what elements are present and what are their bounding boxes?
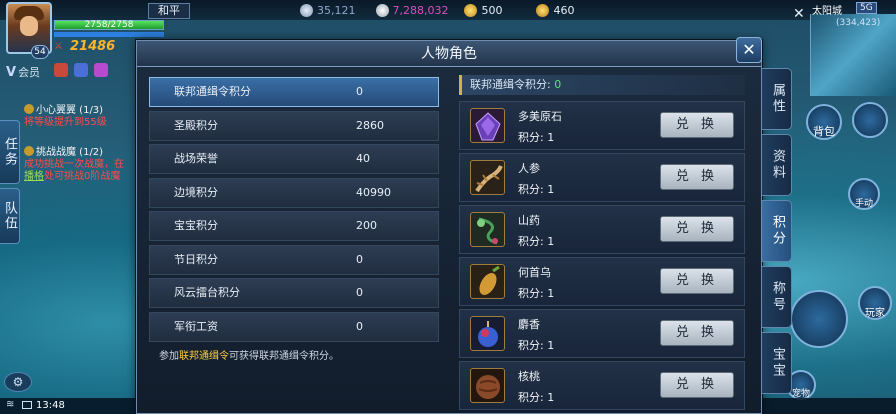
silver-coin-icon [300, 3, 313, 17]
vip-icon: V [6, 65, 17, 80]
dialog-close-button[interactable]: ✕ [736, 37, 762, 63]
currency-value: 460 [553, 3, 575, 17]
tab-task[interactable]: 任务 [0, 120, 20, 184]
exchange-list[interactable]: 多美原石 积分: 1 兑 换 人参 积分: 1 兑 换 山药 积分: 1 兑 换… [459, 101, 745, 413]
gold-coin-icon [464, 3, 478, 17]
exchange-button[interactable]: 兑 换 [660, 320, 734, 346]
walnut-icon [470, 368, 505, 403]
tab-pet[interactable]: 宝宝 [762, 332, 792, 394]
buff-icon[interactable] [94, 63, 108, 77]
score-row[interactable]: 军衔工资 0 [149, 311, 439, 342]
network-badge: 5G [856, 2, 877, 14]
quest-link[interactable]: 播格 [24, 171, 44, 182]
score-row[interactable]: 联邦通缉令积分 0 [149, 77, 439, 107]
tab-titles[interactable]: 称号 [762, 266, 792, 328]
mount-button[interactable] [790, 290, 848, 348]
currency-gold: 500 [464, 2, 502, 18]
exchange-panel-title: 联邦通缉令积分: 0 [459, 75, 745, 95]
coordinates: (334,423) [836, 18, 881, 28]
exchange-item: 何首乌 积分: 1 兑 换 [459, 257, 745, 306]
tab-team[interactable]: 队伍 [0, 188, 20, 244]
combat-power: 21486 [70, 39, 116, 54]
mount-icon[interactable]: ⚙ [4, 372, 32, 392]
currency-value: 35,121 [317, 3, 356, 17]
currency-silver: 35,121 [300, 2, 356, 18]
currency-value: 500 [481, 3, 503, 17]
exchange-button[interactable]: 兑 换 [660, 164, 734, 190]
character-dialog: 人物角色 ✕ 联邦通缉令积分 0 圣殿积分 2860 战场荣誉 40 边境积分 4099… [136, 37, 762, 414]
close-icon[interactable]: ✕ [793, 6, 805, 22]
currency-pearl: 7,288,032 [375, 2, 449, 18]
quest-item[interactable]: 挑战战魔 (1/2) 成功挑战一次战魔，在 播格处可挑战0阶战魔 [24, 146, 124, 183]
exchange-item: 人参 积分: 1 兑 换 [459, 153, 745, 202]
score-hint: 参加联邦通缉令可获得联邦通缉令积分。 [159, 351, 339, 362]
ginseng-icon [470, 160, 505, 195]
level-badge: 54 [31, 45, 49, 59]
player-button[interactable]: 玩家 [858, 286, 892, 320]
pk-mode-button[interactable]: 和平 [148, 3, 190, 19]
dialog-title: 人物角色 [137, 41, 761, 67]
gold-ingot-icon [536, 3, 550, 17]
score-row[interactable]: 节日积分 0 [149, 244, 439, 275]
quest-item[interactable]: 小心翼翼 (1/3) 将等级提升到55级 [24, 104, 107, 129]
buff-icon[interactable] [74, 63, 88, 77]
tab-points[interactable]: 积分 [762, 200, 792, 262]
hp-bar: 2758/2758 [54, 20, 164, 30]
exchange-button[interactable]: 兑 换 [660, 112, 734, 138]
exchange-item: 麝香 积分: 1 兑 换 [459, 309, 745, 358]
town-name: 太阳城 [812, 6, 842, 17]
fleeceflower-icon [470, 264, 505, 299]
bag-button[interactable]: 背包 [806, 104, 842, 140]
currency-bar: 35,121 7,288,032 500 460 [300, 2, 574, 18]
quest-icon [24, 104, 34, 114]
exchange-button[interactable]: 兑 换 [660, 268, 734, 294]
yam-icon [470, 212, 505, 247]
hint-link[interactable]: 联邦通缉令 [179, 351, 229, 362]
score-row[interactable]: 边境积分 40990 [149, 177, 439, 208]
vip-button[interactable]: V 会员 [6, 64, 40, 80]
auto-button[interactable]: 手动 [848, 178, 880, 210]
combat-power-icon: ⚔ [54, 41, 63, 52]
score-row[interactable]: 圣殿积分 2860 [149, 110, 439, 141]
musk-icon [470, 316, 505, 351]
pearl-icon [375, 3, 389, 17]
currency-ingot: 460 [536, 2, 574, 18]
exchange-button[interactable]: 兑 换 [660, 372, 734, 398]
score-list: 联邦通缉令积分 0 圣殿积分 2860 战场荣誉 40 边境积分 40990 宝宝积分 2… [149, 77, 439, 345]
dpad-icon[interactable] [852, 102, 888, 138]
exchange-panel: 联邦通缉令积分: 0 多美原石 积分: 1 兑 换 人参 积分: 1 兑 换 山… [459, 75, 745, 413]
score-row[interactable]: 风云擂台积分 0 [149, 278, 439, 308]
clock: 13:48 [36, 400, 65, 411]
tab-attributes[interactable]: 属性 [762, 68, 792, 130]
crystal-icon [470, 108, 505, 143]
buff-icons [54, 63, 108, 77]
currency-value: 7,288,032 [392, 3, 449, 17]
quest-icon [24, 146, 34, 156]
exchange-button[interactable]: 兑 换 [660, 216, 734, 242]
mp-bar [54, 32, 164, 37]
exchange-item: 山药 积分: 1 兑 换 [459, 205, 745, 254]
hp-text: 2758/2758 [84, 20, 134, 30]
battery-icon [22, 401, 32, 409]
buff-icon[interactable] [54, 63, 68, 77]
score-row[interactable]: 战场荣誉 40 [149, 144, 439, 174]
exchange-item: 多美原石 积分: 1 兑 换 [459, 101, 745, 150]
wifi-icon: ≋ [6, 399, 15, 410]
exchange-item: 核桃 积分: 1 兑 换 [459, 361, 745, 410]
score-row[interactable]: 宝宝积分 200 [149, 211, 439, 241]
tab-profile[interactable]: 资料 [762, 134, 792, 196]
